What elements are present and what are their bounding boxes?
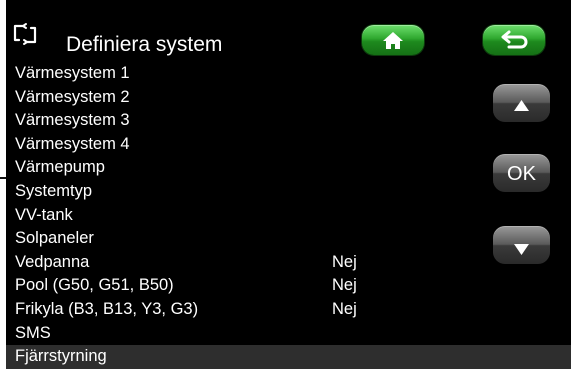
- menu-item-varmepump[interactable]: Värmepump: [6, 156, 571, 180]
- menu-item-label: Värmesystem 1: [15, 64, 130, 82]
- home-icon: [383, 32, 403, 49]
- menu-item-systemtyp[interactable]: Systemtyp: [6, 180, 571, 204]
- device-frame: Definiera system OK Värmesystem 1 Värmes…: [0, 0, 571, 369]
- menu-item-varmesystem-1[interactable]: Värmesystem 1: [6, 62, 571, 86]
- menu-item-varmesystem-3[interactable]: Värmesystem 3: [6, 109, 571, 133]
- system-menu-list: Värmesystem 1 Värmesystem 2 Värmesystem …: [6, 62, 571, 369]
- menu-item-value: Nej: [332, 252, 357, 271]
- menu-item-label: VV-tank: [15, 205, 73, 224]
- menu-item-label: Systemtyp: [15, 181, 93, 200]
- menu-item-vv-tank[interactable]: VV-tank: [6, 204, 571, 228]
- menu-item-label: SMS: [15, 323, 51, 342]
- menu-item-varmesystem-4[interactable]: Värmesystem 4: [6, 133, 571, 157]
- menu-item-label: Vedpanna: [15, 252, 90, 271]
- menu-item-label: Värmesystem 2: [15, 87, 130, 106]
- menu-item-frikyla[interactable]: Frikyla (B3, B13, Y3, G3) Nej: [6, 298, 571, 322]
- menu-item-value: Nej: [332, 299, 357, 318]
- menu-item-sms[interactable]: SMS: [6, 322, 571, 346]
- display-screen: Definiera system OK Värmesystem 1 Värmes…: [6, 0, 571, 369]
- menu-item-value: Nej: [332, 276, 357, 295]
- menu-item-label: Fjärrstyrning: [15, 347, 107, 366]
- menu-item-varmesystem-2[interactable]: Värmesystem 2: [6, 86, 571, 110]
- home-button[interactable]: [362, 25, 424, 55]
- menu-item-fjarrstyrning[interactable]: Fjärrstyrning: [6, 345, 571, 369]
- page-title: Definiera system: [66, 33, 223, 56]
- menu-item-label: Solpaneler: [15, 229, 94, 248]
- menu-item-solpaneler[interactable]: Solpaneler: [6, 227, 571, 251]
- menu-item-label: Frikyla (B3, B13, Y3, G3): [15, 299, 199, 318]
- back-button[interactable]: [483, 25, 545, 55]
- menu-item-vedpanna[interactable]: Vedpanna Nej: [6, 251, 571, 275]
- menu-item-pool[interactable]: Pool (G50, G51, B50) Nej: [6, 274, 571, 298]
- back-arrow-icon: [501, 30, 528, 49]
- menu-item-label: Pool (G50, G51, B50): [15, 276, 174, 295]
- menu-expand-icon: [13, 23, 37, 45]
- menu-item-label: Värmesystem 4: [15, 134, 130, 153]
- menu-item-label: Värmepump: [15, 158, 105, 177]
- menu-item-label: Värmesystem 3: [15, 111, 130, 130]
